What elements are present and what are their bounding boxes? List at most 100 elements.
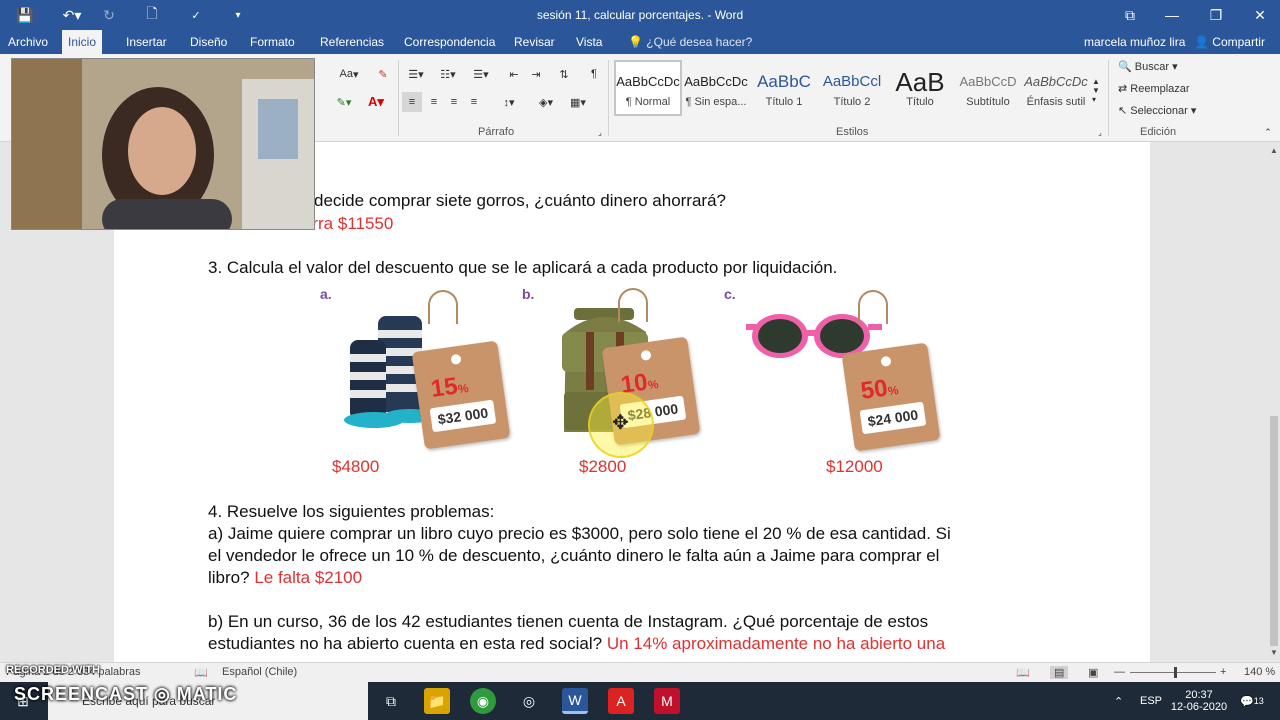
style-normal[interactable]: AaBbCcDc ¶ Normal — [614, 60, 682, 116]
web-layout-icon[interactable]: ▣ — [1088, 666, 1098, 679]
line-spacing-icon[interactable]: ↕▾ — [494, 92, 524, 112]
tab-revisar[interactable]: Revisar — [508, 30, 561, 54]
align-right-icon[interactable]: ≡ — [444, 92, 464, 112]
style-name: Título 2 — [833, 96, 871, 108]
cursor-icon: ↖ — [1118, 105, 1128, 117]
product-b-letter: b. — [522, 286, 535, 302]
screencast-app-icon[interactable]: ◎ — [516, 688, 542, 714]
title-bar: 💾 ↶▾ ↻ 🗋 ✓ ▾ sesión 11, calcular porcent… — [0, 0, 1280, 30]
word-app-icon[interactable]: W — [562, 688, 588, 714]
tray-overflow-icon[interactable]: ⌃ — [1114, 682, 1123, 720]
find-button[interactable]: 🔍 Buscar ▾ — [1118, 60, 1178, 73]
bullets-icon[interactable]: ☰▾ — [402, 64, 430, 84]
undo-icon[interactable]: ↶▾ — [54, 4, 90, 26]
acrobat-icon[interactable]: A — [608, 688, 634, 714]
numbering-icon[interactable]: ☷▾ — [434, 64, 462, 84]
font-color-icon[interactable]: A▾ — [362, 92, 390, 112]
tab-archivo[interactable]: Archivo — [2, 30, 54, 54]
percent-symbol: % — [886, 382, 900, 399]
shading-icon[interactable]: ◈▾ — [532, 92, 560, 112]
select-button[interactable]: ↖ Seleccionar ▾ — [1118, 104, 1196, 117]
style-heading-1[interactable]: AaBbC Título 1 — [750, 60, 818, 116]
task-view-icon[interactable]: ⧉ — [378, 688, 404, 714]
clock[interactable]: 20:37 12-06-2020 — [1170, 682, 1228, 720]
increase-indent-icon[interactable]: ⇥ — [526, 64, 546, 84]
spelling-check-icon[interactable]: ✓ — [184, 4, 208, 26]
paragraph-dialog-launcher-icon[interactable]: ⌟ — [594, 126, 606, 138]
change-case-label: Aa — [339, 68, 353, 80]
style-sample: AaBbCcl — [822, 73, 882, 90]
question-4b-answer: Un 14% aproximadamente no ha abierto una — [606, 634, 946, 653]
zoom-slider-thumb[interactable] — [1174, 667, 1177, 678]
proofing-icon[interactable]: 📖 — [194, 666, 208, 679]
scroll-thumb[interactable] — [1270, 416, 1278, 646]
price-tag-a: 15% $32 000 — [411, 340, 511, 450]
tab-diseno[interactable]: Diseño — [184, 30, 233, 54]
price-tag-c: 50% $24 000 — [841, 342, 941, 452]
notifications-icon[interactable]: 💬 13 — [1240, 682, 1264, 720]
multilevel-list-icon[interactable]: ☰▾ — [466, 64, 496, 84]
word-window: 💾 ↶▾ ↻ 🗋 ✓ ▾ sesión 11, calcular porcent… — [0, 0, 1280, 720]
collapse-ribbon-icon[interactable]: ⌃ — [1262, 126, 1274, 138]
style-sample: AaBbC — [757, 72, 811, 91]
read-mode-icon[interactable]: 📖 — [1016, 666, 1030, 679]
language-indicator[interactable]: Español (Chile) — [222, 666, 297, 678]
decrease-indent-icon[interactable]: ⇤ — [504, 64, 524, 84]
print-layout-icon[interactable]: ▤ — [1050, 666, 1069, 679]
justify-icon[interactable]: ≡ — [464, 92, 484, 112]
question-3: 3. Calcula el valor del descuento que se… — [208, 258, 838, 277]
scroll-up-icon[interactable]: ▲ — [1270, 146, 1278, 155]
style-subtitle[interactable]: AaBbCcD Subtítulo — [954, 60, 1022, 116]
file-explorer-icon[interactable]: 📁 — [424, 688, 450, 714]
zoom-out-icon[interactable]: — — [1114, 666, 1125, 678]
zoom-level[interactable]: 140 % — [1244, 666, 1275, 678]
style-heading-2[interactable]: AaBbCcl Título 2 — [818, 60, 886, 116]
tab-insertar[interactable]: Insertar — [120, 30, 173, 54]
answer-b: $2800 — [579, 457, 627, 476]
styles-scroll-icon[interactable]: ▲ ▼ ▾ — [1090, 62, 1102, 118]
style-title[interactable]: AaB Título — [886, 60, 954, 116]
highlight-color-icon[interactable]: ✎▾ — [330, 92, 358, 112]
align-center-icon[interactable]: ≡ — [424, 92, 444, 112]
style-subtle-emphasis[interactable]: AaBbCcDc Énfasis sutil — [1022, 60, 1090, 116]
customize-toolbar-icon[interactable]: ▾ — [228, 4, 248, 26]
redo-icon[interactable]: ↻ — [98, 4, 120, 26]
scroll-down-icon[interactable]: ▼ — [1270, 648, 1278, 657]
separator — [1108, 60, 1109, 136]
vertical-scrollbar[interactable]: ▲ ▼ — [1268, 142, 1280, 662]
tab-inicio[interactable]: Inicio — [62, 30, 103, 54]
style-no-spacing[interactable]: AaBbCcDc ¶ Sin espa... — [682, 60, 750, 116]
input-language[interactable]: ESP — [1140, 682, 1162, 720]
sort-icon[interactable]: ⇅ — [554, 64, 574, 84]
tab-referencias[interactable]: Referencias — [314, 30, 390, 54]
minimize-button[interactable]: — — [1150, 0, 1194, 30]
maximize-button[interactable]: ❐ — [1194, 0, 1238, 30]
close-button[interactable]: ✕ — [1238, 0, 1280, 30]
styles-dialog-launcher-icon[interactable]: ⌟ — [1094, 126, 1106, 138]
clear-formatting-icon[interactable]: ✎ — [372, 64, 394, 84]
generic-app-icon[interactable]: M — [654, 688, 680, 714]
user-name[interactable]: marcela muñoz lira — [1084, 30, 1185, 54]
chrome-icon[interactable]: ◉ — [470, 688, 496, 714]
ribbon-display-options-button[interactable]: ⧉ — [1108, 0, 1152, 30]
tab-formato[interactable]: Formato — [244, 30, 301, 54]
tab-correspondencia[interactable]: Correspondencia — [398, 30, 501, 54]
question-4b-line-1: b) En un curso, 36 de los 42 estudiantes… — [208, 612, 929, 631]
notifications-count: 13 — [1253, 696, 1264, 706]
zoom-slider[interactable] — [1130, 672, 1216, 673]
save-icon[interactable]: 💾 — [12, 4, 38, 26]
tell-me-search[interactable]: 💡 ¿Qué desea hacer? — [628, 30, 752, 54]
style-name: Énfasis sutil — [1026, 96, 1086, 108]
discount-c-value: 50 — [859, 374, 890, 405]
new-document-icon[interactable]: 🗋 — [140, 4, 164, 26]
question-4: 4. Resuelve los siguientes problemas: — [208, 502, 495, 521]
align-left-icon[interactable]: ≡ — [402, 92, 422, 112]
show-marks-icon[interactable]: ¶ — [584, 64, 604, 84]
share-button[interactable]: 👤 Compartir — [1194, 30, 1265, 54]
borders-icon[interactable]: ▦▾ — [564, 92, 592, 112]
tab-vista[interactable]: Vista — [570, 30, 608, 54]
separator — [608, 60, 609, 136]
zoom-in-icon[interactable]: + — [1220, 666, 1226, 678]
replace-button[interactable]: ⇄ Reemplazar — [1118, 82, 1190, 95]
change-case-button[interactable]: Aa ▾ — [334, 64, 364, 84]
